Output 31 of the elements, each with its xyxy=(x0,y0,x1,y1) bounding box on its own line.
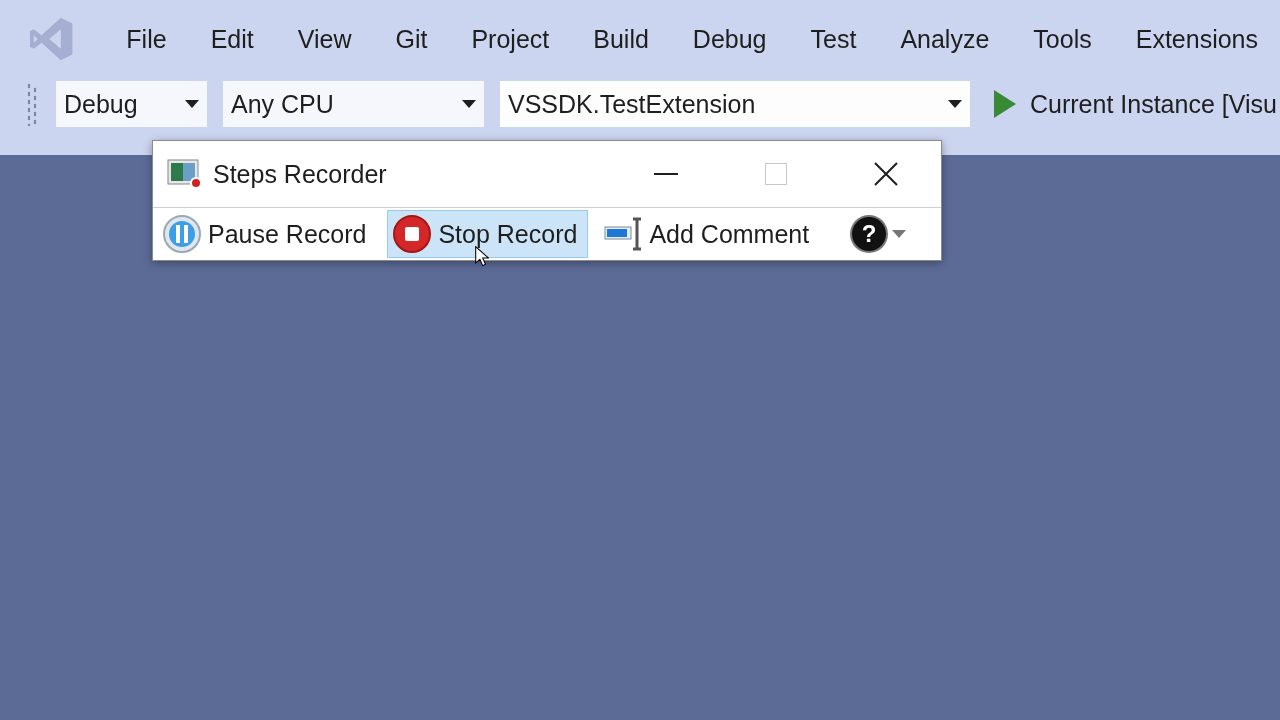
menu-item[interactable]: Test xyxy=(788,24,879,54)
toolbar-button[interactable]: Pause Record xyxy=(157,210,378,258)
close-icon[interactable] xyxy=(874,162,898,186)
app-logo-icon xyxy=(28,15,75,63)
toolbar-button[interactable]: Stop Record xyxy=(387,210,589,258)
app-icon xyxy=(167,159,203,189)
menu-item[interactable]: File xyxy=(104,24,189,54)
play-icon xyxy=(994,90,1016,118)
menu-item[interactable]: View xyxy=(275,24,374,54)
caret-icon xyxy=(185,100,199,108)
dropdown[interactable]: VSSDK.TestExtension xyxy=(500,81,970,127)
maximize-icon xyxy=(765,163,787,185)
caret-icon xyxy=(948,100,962,108)
dropdown[interactable]: Any CPU xyxy=(223,81,484,127)
menu-item[interactable]: Tools xyxy=(1011,24,1114,54)
comment-icon xyxy=(603,217,644,251)
menu-item[interactable]: Debug xyxy=(670,24,789,54)
dropdown[interactable]: Debug xyxy=(56,81,207,127)
caret-icon xyxy=(462,100,476,108)
menu-item[interactable]: Project xyxy=(449,24,572,54)
menu-item[interactable]: Extensions xyxy=(1113,24,1280,54)
run-button[interactable]: Current Instance [Visu xyxy=(994,89,1277,119)
toolbar-button[interactable]: Add Comment xyxy=(598,210,821,258)
pause-icon xyxy=(162,214,202,254)
stop-icon xyxy=(392,214,433,254)
menu-item[interactable]: Build xyxy=(571,24,671,54)
menu-item[interactable]: Edit xyxy=(188,24,276,54)
caret-icon xyxy=(892,230,907,238)
window-title: Steps Recorder xyxy=(213,159,388,189)
menu-item[interactable]: Analyze xyxy=(878,24,1012,54)
menu-item[interactable]: Git xyxy=(373,24,450,54)
